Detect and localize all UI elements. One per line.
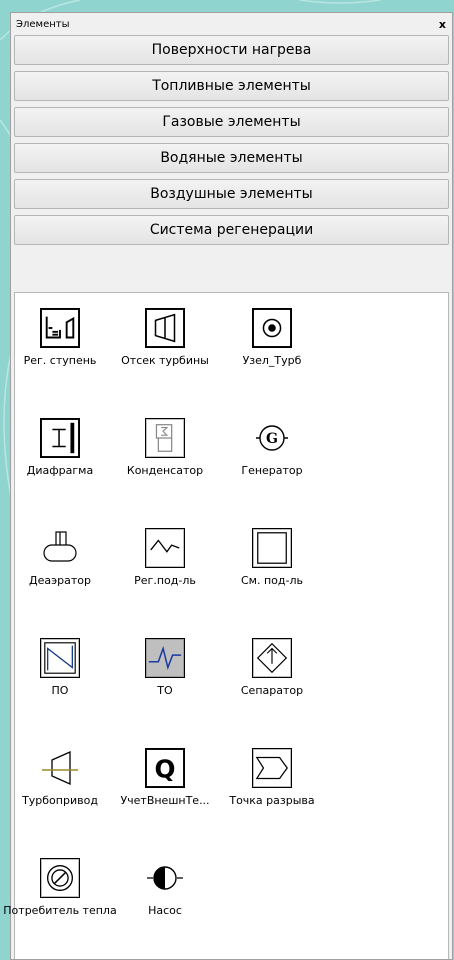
element-label: Рег. ступень — [23, 354, 97, 367]
element-diaphragm[interactable]: Диафрагма — [0, 418, 120, 477]
turbo-drive-icon — [40, 748, 80, 788]
generator-icon: G — [252, 418, 292, 458]
element-heat-consumer[interactable]: Потребитель тепла — [0, 858, 120, 917]
mixing-heater-icon — [252, 528, 292, 568]
element-label: ПО — [51, 684, 69, 697]
panel-titlebar: Элементы x — [11, 13, 452, 35]
elements-list: Рег. ступень Отсек турбины Узел_Турб Диа… — [3, 292, 449, 959]
condenser-icon — [145, 418, 185, 458]
element-label: Турбопривод — [22, 794, 98, 807]
element-po[interactable]: ПО — [0, 638, 120, 697]
element-label: Рег.под-ль — [134, 574, 196, 587]
po-icon — [40, 638, 80, 678]
heat-exchanger-icon — [145, 638, 185, 678]
category-heating-surfaces-button[interactable]: Поверхности нагрева — [14, 35, 449, 65]
element-label: См. под-ль — [241, 574, 303, 587]
element-label: Сепаратор — [240, 684, 304, 697]
element-label: Конденсатор — [126, 464, 204, 477]
elements-panel: Элементы x Поверхности нагрева Топливные… — [3, 12, 453, 960]
category-regeneration-system-button[interactable]: Система регенерации — [14, 215, 449, 245]
element-label: Диафрагма — [26, 464, 94, 477]
category-air-elements-button[interactable]: Воздушные элементы — [14, 179, 449, 209]
category-fuel-elements-button[interactable]: Топливные элементы — [14, 71, 449, 101]
panel-title: Элементы — [16, 18, 70, 30]
element-label: Узел_Турб — [242, 354, 302, 367]
element-label: ТО — [157, 684, 173, 697]
element-turbo-drive[interactable]: Турбопривод — [0, 748, 120, 807]
element-turbine-section[interactable]: Отсек турбины — [105, 308, 225, 367]
break-point-icon — [252, 748, 292, 788]
regenerative-heater-icon — [145, 528, 185, 568]
element-separator[interactable]: Сепаратор — [212, 638, 332, 697]
control-stage-icon — [40, 308, 80, 348]
element-label: Отсек турбины — [121, 354, 209, 367]
deaerator-icon — [40, 528, 80, 568]
element-turbine-node[interactable]: Узел_Турб — [212, 308, 332, 367]
element-external-heat-account[interactable]: Q УчетВнешнТе... — [105, 748, 225, 807]
element-deaerator[interactable]: Деаэратор — [0, 528, 120, 587]
external-heat-account-icon: Q — [145, 748, 185, 788]
element-generator[interactable]: G Генератор — [212, 418, 332, 477]
element-break-point[interactable]: Точка разрыва — [212, 748, 332, 807]
category-gas-elements-button[interactable]: Газовые элементы — [14, 107, 449, 137]
diaphragm-icon — [40, 418, 80, 458]
element-pump[interactable]: Насос — [105, 858, 225, 917]
element-label: Деаэратор — [29, 574, 91, 587]
element-condenser[interactable]: Конденсатор — [105, 418, 225, 477]
close-button[interactable]: x — [439, 18, 446, 31]
element-mixing-heater[interactable]: См. под-ль — [212, 528, 332, 587]
element-label: Насос — [148, 904, 182, 917]
svg-text:Q: Q — [155, 755, 176, 784]
turbine-section-icon — [145, 308, 185, 348]
svg-text:G: G — [266, 431, 278, 447]
element-label: УчетВнешнТе... — [120, 794, 210, 807]
turbine-node-icon — [252, 308, 292, 348]
element-label: Потребитель тепла — [3, 904, 117, 917]
category-water-elements-button[interactable]: Водяные элементы — [14, 143, 449, 173]
element-heat-exchanger[interactable]: ТО — [105, 638, 225, 697]
element-regenerative-heater[interactable]: Рег.под-ль — [105, 528, 225, 587]
element-label: Генератор — [241, 464, 303, 477]
separator-icon — [252, 638, 292, 678]
pump-icon — [145, 858, 185, 898]
heat-consumer-icon — [40, 858, 80, 898]
element-label: Точка разрыва — [229, 794, 315, 807]
element-control-stage[interactable]: Рег. ступень — [0, 308, 120, 367]
